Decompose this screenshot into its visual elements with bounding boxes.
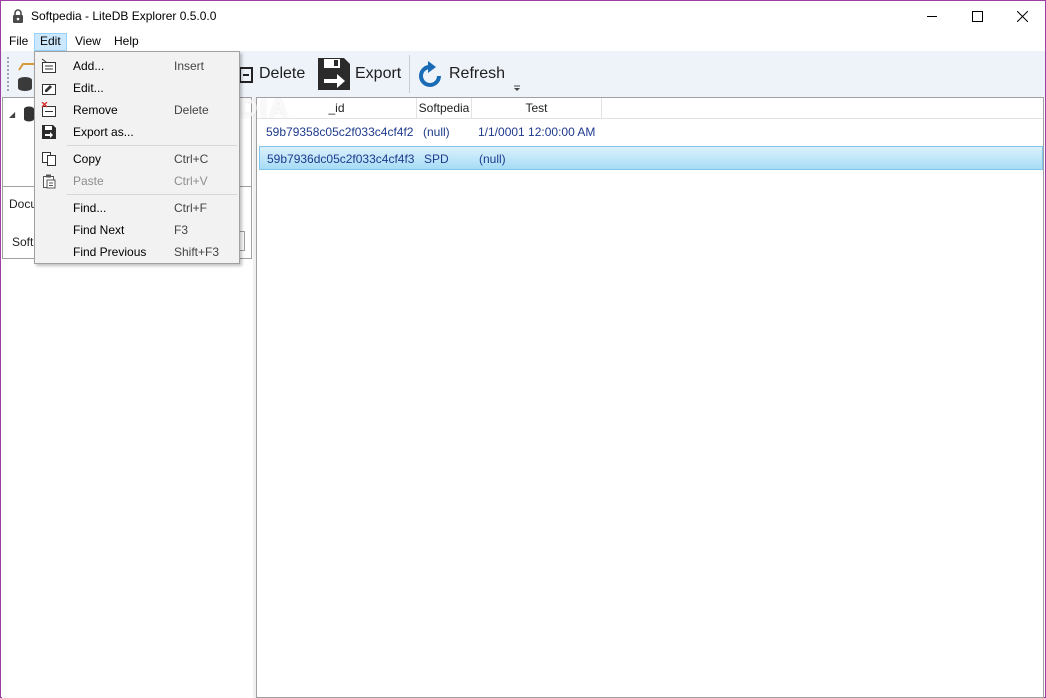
export-icon (318, 58, 350, 90)
cell-test: 1/1/0001 12:00:00 AM (478, 125, 596, 139)
paste-icon (43, 174, 56, 189)
save-icon (42, 125, 56, 139)
menu-item-label: Copy (73, 152, 102, 166)
menu-file[interactable]: File (4, 33, 33, 51)
close-button[interactable] (999, 1, 1045, 31)
export-button[interactable]: Export (317, 55, 401, 93)
menu-item-shortcut: Ctrl+C (174, 152, 209, 166)
menu-separator (67, 194, 237, 195)
edit-document-icon (42, 84, 56, 95)
delete-label: Delete (259, 65, 306, 82)
tree-expander-icon[interactable]: ◢ (9, 110, 15, 119)
edit-menu-dropdown: Add... Insert Edit... Remove Delete Expo… (34, 51, 240, 264)
remove-document-icon (41, 102, 56, 117)
minimize-icon (926, 15, 937, 17)
menu-item-shortcut: Shift+F3 (174, 245, 220, 259)
menu-item-label: Find Previous (73, 245, 147, 259)
add-document-icon (41, 58, 56, 73)
column-header-test[interactable]: Test (472, 98, 602, 119)
menu-item-find-next[interactable]: Find Next F3 (36, 219, 238, 241)
menu-item-add[interactable]: Add... Insert (36, 55, 238, 77)
menu-item-label: Edit... (73, 81, 104, 95)
cell-softpedia: SPD (424, 152, 449, 166)
menu-item-shortcut: Delete (174, 103, 209, 117)
cell-id: 59b7936dc05c2f033c4cf4f3 (267, 152, 415, 166)
menu-item-label: Find Next (73, 223, 125, 237)
toolbar-grip[interactable] (7, 57, 10, 91)
column-header-softpedia[interactable]: Softpedia (417, 98, 472, 119)
refresh-button[interactable]: Refresh (417, 55, 505, 93)
menu-help[interactable]: Help (109, 33, 144, 51)
menu-bar: File Edit View Help (1, 31, 1045, 51)
menu-item-shortcut: Insert (174, 59, 205, 73)
menu-item-remove[interactable]: Remove Delete (36, 99, 238, 121)
close-icon (1016, 10, 1028, 22)
menu-item-find[interactable]: Find... Ctrl+F (36, 197, 238, 219)
delete-button[interactable]: Delete (237, 55, 305, 93)
title-bar[interactable]: Softpedia - LiteDB Explorer 0.5.0.0 (1, 1, 1045, 31)
menu-item-find-previous[interactable]: Find Previous Shift+F3 (36, 241, 238, 263)
menu-view[interactable]: View (70, 33, 106, 51)
menu-item-shortcut: Ctrl+V (174, 174, 208, 188)
menu-item-export-as[interactable]: Export as... (36, 121, 238, 143)
window-title: Softpedia - LiteDB Explorer 0.5.0.0 (31, 9, 217, 23)
document-label: Docu (9, 197, 38, 211)
refresh-icon (419, 61, 441, 87)
menu-separator (67, 145, 237, 146)
refresh-label: Refresh (449, 65, 506, 82)
cell-softpedia: (null) (423, 125, 450, 139)
export-label: Export (355, 65, 402, 82)
menu-item-paste[interactable]: Paste Ctrl+V (36, 170, 238, 192)
menu-item-label: Find... (73, 201, 107, 215)
grid-header: _id Softpedia Test (257, 98, 1043, 119)
toolbar-separator (409, 55, 410, 93)
toolbar-overflow-icon[interactable] (512, 83, 522, 93)
menu-item-label: Remove (73, 103, 118, 117)
app-window: Softpedia - LiteDB Explorer 0.5.0.0 File… (0, 0, 1046, 698)
menu-item-shortcut: Ctrl+F (174, 201, 207, 215)
menu-item-label: Add... (73, 59, 105, 73)
menu-item-shortcut: F3 (174, 223, 189, 237)
table-row[interactable]: 59b79358c05c2f033c4cf4f2 (null) 1/1/0001… (259, 120, 1043, 144)
app-lock-icon (13, 9, 23, 23)
minimize-button[interactable] (909, 1, 955, 31)
menu-item-label: Export as... (73, 125, 134, 139)
menu-edit[interactable]: Edit (34, 33, 67, 51)
cell-test: (null) (479, 152, 506, 166)
copy-icon (42, 152, 56, 166)
maximize-button[interactable] (954, 1, 1000, 31)
maximize-icon (971, 10, 983, 22)
table-row-selected[interactable]: 59b7936dc05c2f033c4cf4f3 SPD (null) (259, 146, 1043, 170)
menu-item-label: Paste (73, 174, 104, 188)
menu-item-edit[interactable]: Edit... (36, 77, 238, 99)
documents-grid[interactable]: _id Softpedia Test 59b79358c05c2f033c4cf… (256, 97, 1044, 698)
menu-item-copy[interactable]: Copy Ctrl+C (36, 148, 238, 170)
